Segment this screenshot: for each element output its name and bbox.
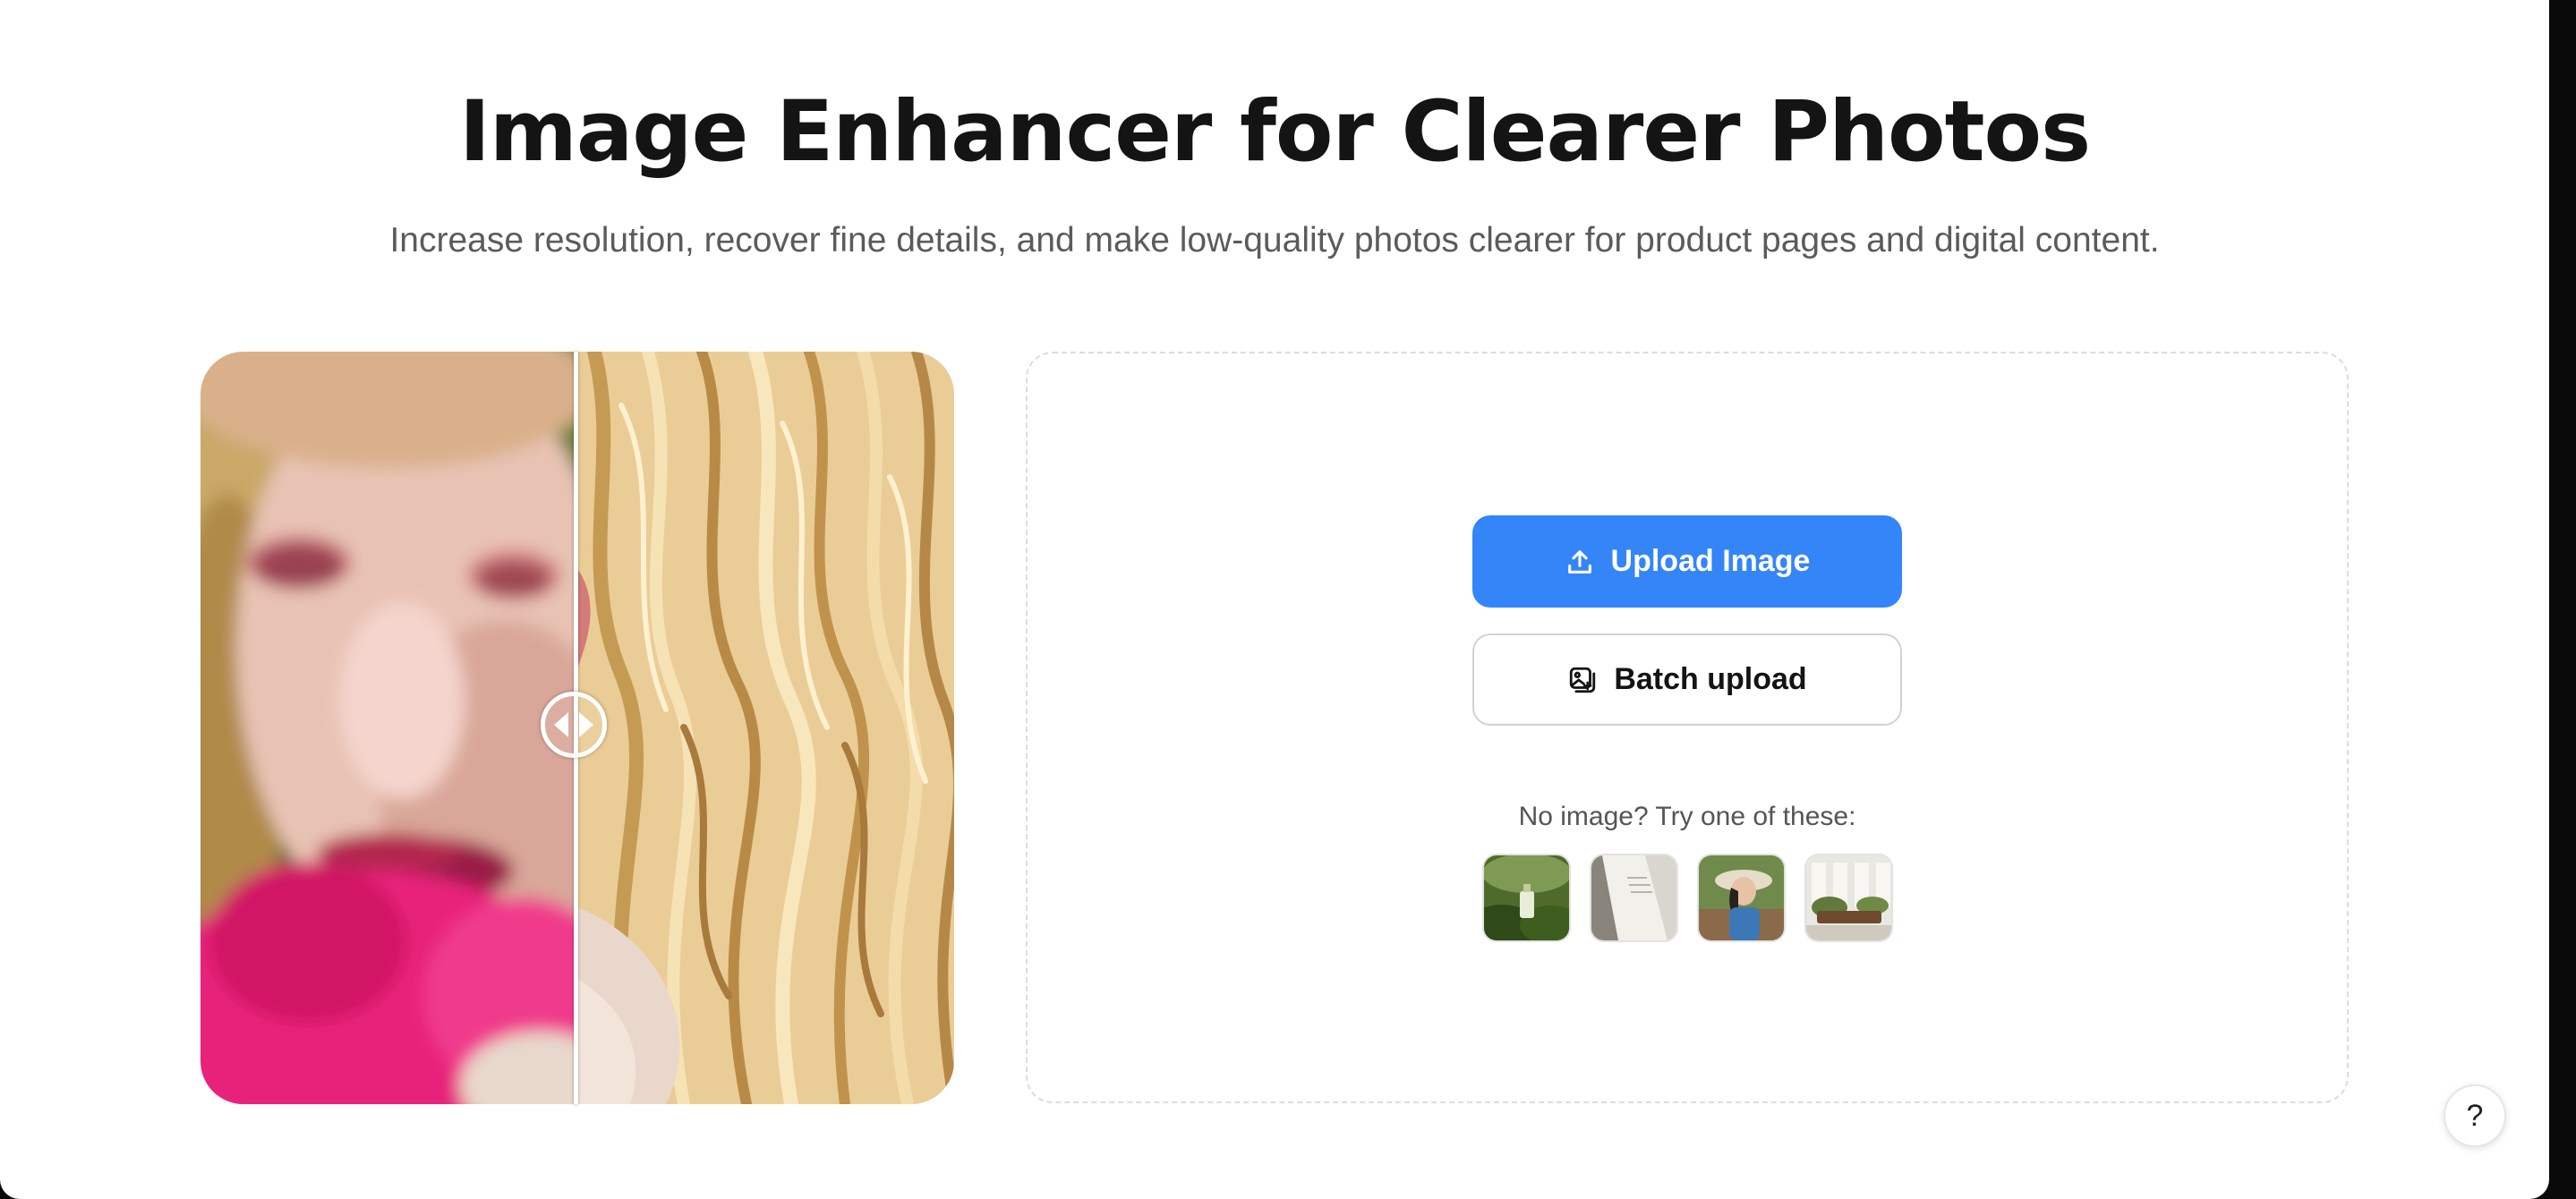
after-image xyxy=(576,352,954,1104)
upload-dropzone[interactable] xyxy=(1026,352,2349,1103)
sample-images-prompt: No image? Try one of these: xyxy=(1518,802,1856,831)
help-label: ? xyxy=(2466,1098,2484,1133)
comparison-slider-handle[interactable] xyxy=(541,692,607,758)
help-button[interactable]: ? xyxy=(2444,1084,2506,1147)
upload-icon xyxy=(1565,547,1595,577)
batch-upload-label: Batch upload xyxy=(1614,662,1807,696)
upload-image-label: Upload Image xyxy=(1610,544,1811,578)
batch-upload-button[interactable]: Batch upload xyxy=(1472,634,1902,726)
page-subtitle: Increase resolution, recover fine detail… xyxy=(389,221,2160,259)
sample-image-book[interactable] xyxy=(1591,855,1676,940)
sample-image-perfume[interactable] xyxy=(1484,855,1569,940)
images-stack-icon xyxy=(1567,665,1598,695)
sample-image-woman-hat[interactable] xyxy=(1699,855,1784,940)
upload-image-button[interactable]: Upload Image xyxy=(1472,515,1902,608)
page-title: Image Enhancer for Clearer Photos xyxy=(458,83,2091,181)
left-right-arrows-icon xyxy=(554,712,593,737)
page: Image Enhancer for Clearer Photos Increa… xyxy=(0,0,2549,1199)
sample-image-living-room[interactable] xyxy=(1806,855,1891,940)
